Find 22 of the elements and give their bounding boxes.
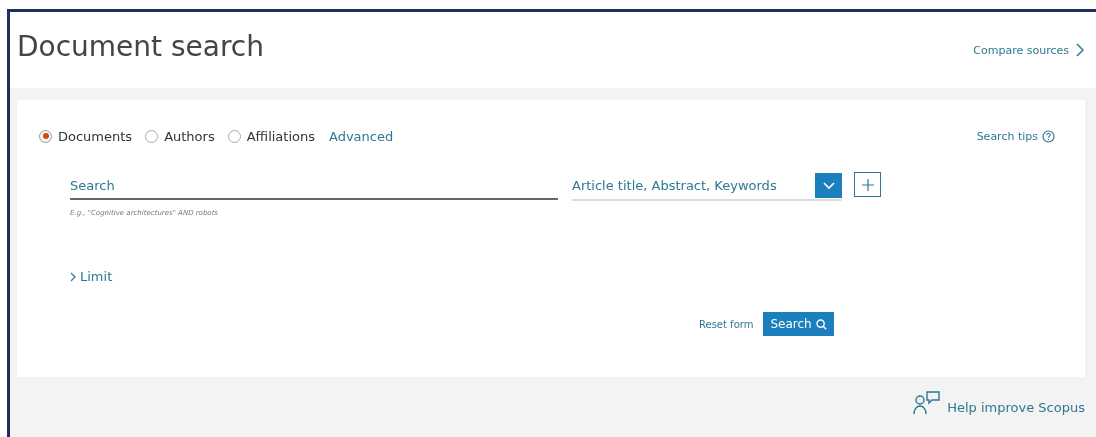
chevron-down-icon bbox=[822, 181, 835, 190]
add-field-button[interactable] bbox=[854, 172, 881, 197]
radio-label[interactable]: Documents bbox=[58, 128, 133, 144]
radio-label[interactable]: Affiliations bbox=[246, 128, 315, 144]
compare-sources-link[interactable]: Compare sources bbox=[973, 43, 1084, 57]
feedback-icon bbox=[913, 391, 942, 415]
plus-icon bbox=[861, 178, 874, 191]
help-icon bbox=[1042, 129, 1055, 143]
limit-toggle[interactable]: Limit bbox=[70, 269, 113, 284]
search-tips-link[interactable]: Search tips bbox=[976, 129, 1055, 143]
reset-form-link[interactable]: Reset form bbox=[699, 318, 754, 330]
search-button[interactable]: Search bbox=[763, 312, 834, 336]
chevron-right-icon bbox=[70, 271, 76, 282]
advanced-link[interactable]: Advanced bbox=[329, 128, 394, 144]
chevron-right-icon bbox=[1076, 43, 1084, 57]
radio-label[interactable]: Authors bbox=[164, 128, 215, 144]
dropdown-button[interactable] bbox=[815, 173, 842, 198]
help-improve-link[interactable]: Help improve Scopus bbox=[913, 391, 1085, 415]
search-icon bbox=[815, 318, 827, 330]
radio-button[interactable] bbox=[39, 129, 52, 143]
page-title: Document search bbox=[17, 29, 264, 63]
field-select[interactable]: Article title, Abstract, Keywords bbox=[572, 172, 842, 201]
